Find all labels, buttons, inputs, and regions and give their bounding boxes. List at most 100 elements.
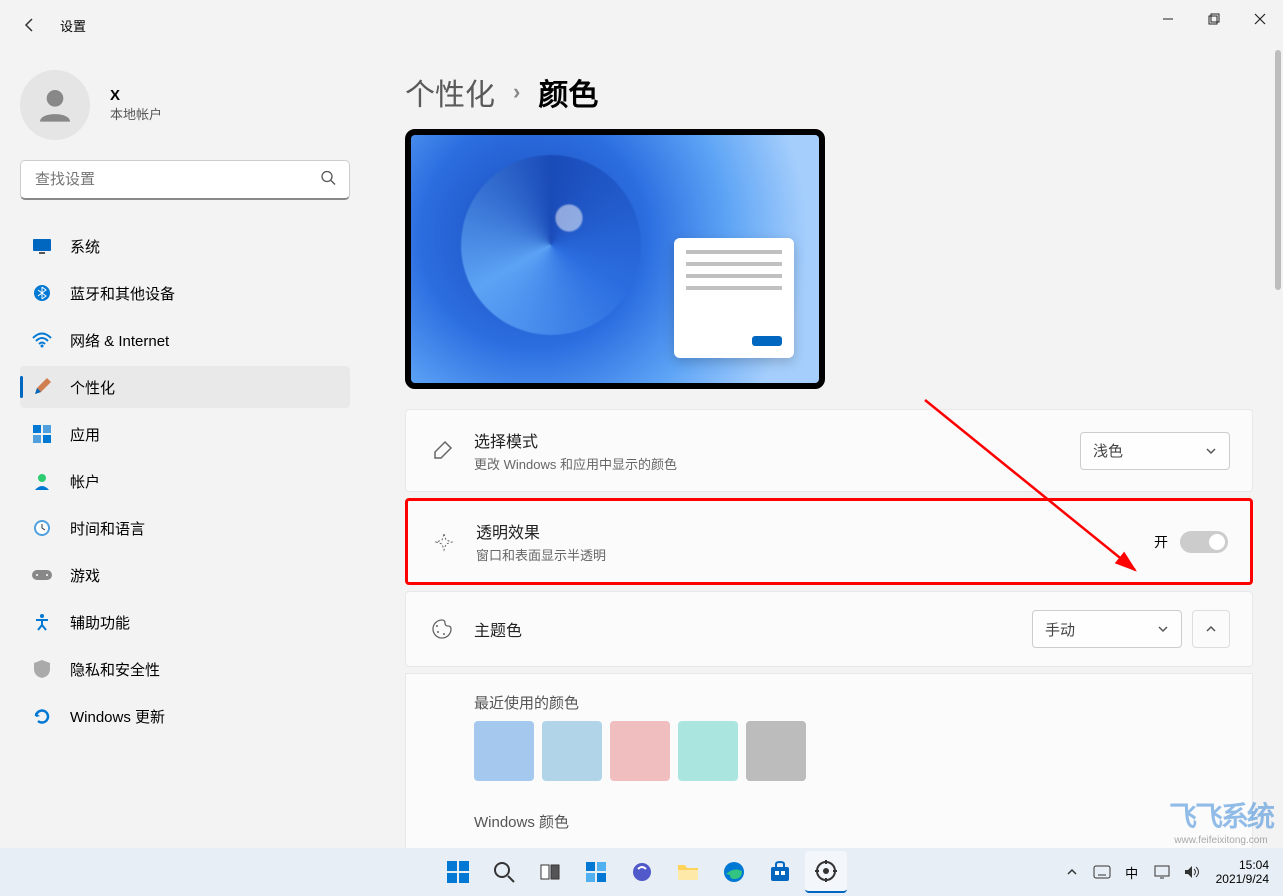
color-swatch[interactable]: [610, 721, 670, 781]
desktop-preview: [405, 129, 825, 389]
settings-button[interactable]: [805, 851, 847, 893]
nav-label: 蓝牙和其他设备: [70, 283, 175, 304]
maximize-button[interactable]: [1191, 0, 1237, 38]
profile-name: X: [110, 87, 162, 104]
nav-gaming[interactable]: 游戏: [20, 554, 350, 596]
accent-value: 手动: [1045, 619, 1075, 640]
recent-swatches: [474, 721, 1230, 781]
search-icon: [493, 861, 515, 883]
chat-icon: [631, 861, 653, 883]
sidebar: X 本地帐户 系统 蓝牙和其他设备 网络 & Internet 个性化 应用 帐…: [0, 50, 370, 848]
search-icon: [320, 170, 336, 191]
account-icon: [32, 471, 52, 491]
preview-window: [674, 238, 794, 358]
color-swatch[interactable]: [678, 721, 738, 781]
taskbar-clock[interactable]: 15:04 2021/9/24: [1216, 858, 1269, 887]
nav-label: 游戏: [70, 565, 100, 586]
close-icon: [1254, 13, 1266, 25]
nav-time[interactable]: 时间和语言: [20, 507, 350, 549]
person-icon: [35, 85, 75, 125]
folder-icon: [677, 862, 699, 882]
window-title: 设置: [60, 16, 86, 35]
nav-network[interactable]: 网络 & Internet: [20, 319, 350, 361]
gear-icon: [815, 860, 837, 882]
chevron-up-icon: [1066, 866, 1078, 878]
close-button[interactable]: [1237, 0, 1283, 38]
widgets-button[interactable]: [575, 851, 617, 893]
nav-update[interactable]: Windows 更新: [20, 695, 350, 737]
nav-accounts[interactable]: 帐户: [20, 460, 350, 502]
nav-personalization[interactable]: 个性化: [20, 366, 350, 408]
store-icon: [769, 861, 791, 883]
accent-title: 主题色: [474, 617, 1032, 641]
store-button[interactable]: [759, 851, 801, 893]
setting-accent[interactable]: 主题色 手动: [405, 591, 1253, 667]
search-box: [20, 160, 350, 200]
nav-label: 帐户: [70, 471, 100, 492]
nav-bluetooth[interactable]: 蓝牙和其他设备: [20, 272, 350, 314]
nav-label: 应用: [70, 424, 100, 445]
nav-label: 时间和语言: [70, 518, 145, 539]
expand-button[interactable]: [1192, 610, 1230, 648]
start-button[interactable]: [437, 851, 479, 893]
color-swatch[interactable]: [746, 721, 806, 781]
chat-button[interactable]: [621, 851, 663, 893]
nav-label: 辅助功能: [70, 612, 130, 633]
explorer-button[interactable]: [667, 851, 709, 893]
scrollbar[interactable]: [1275, 50, 1281, 290]
profile-type: 本地帐户: [110, 104, 162, 123]
update-icon: [32, 706, 52, 726]
display-icon: [32, 236, 52, 256]
task-view-icon: [539, 861, 561, 883]
nav-system[interactable]: 系统: [20, 225, 350, 267]
paint-icon: [32, 377, 52, 397]
titlebar: 设置: [0, 0, 1283, 50]
back-button[interactable]: [10, 5, 50, 45]
brush-icon: [428, 437, 456, 465]
taskbar-center: [437, 851, 847, 893]
transparency-toggle[interactable]: [1180, 531, 1228, 553]
mode-value: 浅色: [1093, 440, 1123, 461]
breadcrumb: 个性化 › 颜色: [405, 70, 1253, 114]
mode-title: 选择模式: [474, 428, 1080, 452]
minimize-button[interactable]: [1145, 0, 1191, 38]
nav-list: 系统 蓝牙和其他设备 网络 & Internet 个性化 应用 帐户 时间和语言…: [20, 225, 350, 737]
nav-apps[interactable]: 应用: [20, 413, 350, 455]
taskbar-search[interactable]: [483, 851, 525, 893]
task-view[interactable]: [529, 851, 571, 893]
search-input[interactable]: [20, 160, 350, 200]
sparkle-icon: [430, 528, 458, 556]
nav-accessibility[interactable]: 辅助功能: [20, 601, 350, 643]
volume-icon[interactable]: [1180, 860, 1204, 884]
transparency-sub: 窗口和表面显示半透明: [476, 545, 1154, 564]
accent-dropdown[interactable]: 手动: [1032, 610, 1182, 648]
breadcrumb-current: 颜色: [538, 70, 598, 114]
nav-privacy[interactable]: 隐私和安全性: [20, 648, 350, 690]
minimize-icon: [1162, 13, 1174, 25]
color-swatch[interactable]: [542, 721, 602, 781]
setting-mode[interactable]: 选择模式 更改 Windows 和应用中显示的颜色 浅色: [405, 409, 1253, 492]
setting-transparency[interactable]: 透明效果 窗口和表面显示半透明 开: [405, 498, 1253, 585]
ime-indicator[interactable]: 中: [1120, 860, 1144, 884]
toggle-state-label: 开: [1154, 532, 1168, 552]
widgets-icon: [585, 861, 607, 883]
window-controls: [1145, 0, 1283, 38]
nav-label: 网络 & Internet: [70, 330, 169, 351]
nav-label: Windows 更新: [70, 706, 165, 727]
shield-icon: [32, 659, 52, 679]
maximize-icon: [1208, 13, 1220, 25]
chevron-right-icon: ›: [513, 79, 520, 105]
system-tray: 中 15:04 2021/9/24: [1060, 858, 1275, 887]
nav-label: 隐私和安全性: [70, 659, 160, 680]
color-swatch[interactable]: [474, 721, 534, 781]
edge-icon: [723, 861, 745, 883]
touch-keyboard-icon[interactable]: [1090, 860, 1114, 884]
profile-block[interactable]: X 本地帐户: [20, 70, 350, 140]
breadcrumb-parent[interactable]: 个性化: [405, 70, 495, 114]
tray-overflow[interactable]: [1060, 860, 1084, 884]
edge-button[interactable]: [713, 851, 755, 893]
clock-icon: [32, 518, 52, 538]
mode-dropdown[interactable]: 浅色: [1080, 432, 1230, 470]
network-tray-icon[interactable]: [1150, 860, 1174, 884]
clock-time: 15:04: [1216, 858, 1269, 872]
